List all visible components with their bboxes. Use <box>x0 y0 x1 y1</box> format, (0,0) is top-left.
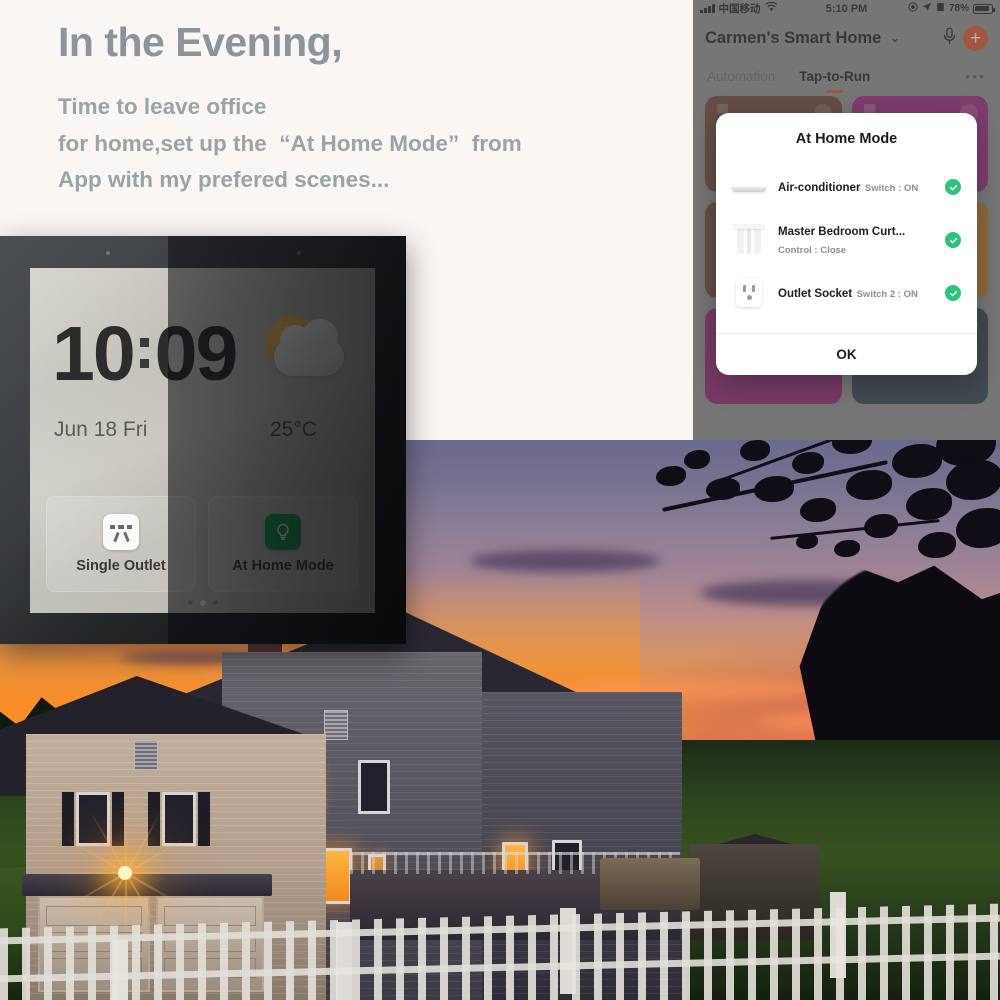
panel-temperature: 25°C <box>270 418 317 441</box>
device-list: Air-conditioner Switch : ON Master Bedro… <box>716 157 977 333</box>
dialog-title: At Home Mode <box>795 131 898 147</box>
panel-sensor-icon <box>106 251 110 255</box>
check-icon <box>945 179 961 195</box>
panel-tile-at-home-mode[interactable]: At Home Mode <box>208 496 358 592</box>
page-dot[interactable] <box>212 600 218 605</box>
panel-clock-minutes: 09 <box>154 311 239 397</box>
panel-screen[interactable]: 10 09 Jun 18 Fri 25°C Single Outlet At H… <box>30 268 375 613</box>
bulb-icon <box>265 514 301 550</box>
panel-tile-label: Single Outlet <box>76 558 166 574</box>
device-row[interactable]: Air-conditioner Switch : ON <box>732 161 961 213</box>
panel-page-indicator[interactable] <box>30 600 375 606</box>
at-home-mode-dialog: At Home Mode Air-conditioner Switch : ON <box>716 113 977 375</box>
screenshot-root: In the Evening, Time to leave office for… <box>0 0 1000 1000</box>
outlet-icon <box>103 514 139 550</box>
device-name: Master Bedroom Curt... <box>778 226 906 238</box>
panel-tile-label: At Home Mode <box>232 558 334 574</box>
copy-line-1: Time to leave office <box>58 94 267 120</box>
grill <box>600 858 700 910</box>
device-row[interactable]: Master Bedroom Curt... Control : Close <box>732 213 961 267</box>
phone-screen: 中国移动 5:10 PM 78% Carmen's Smart Home ⌄ +… <box>693 0 1000 440</box>
page-dot[interactable] <box>187 600 193 605</box>
device-name: Outlet Socket <box>778 288 853 300</box>
device-name: Air-conditioner <box>778 182 861 194</box>
panel-clock-hours: 10 <box>52 311 136 397</box>
copy-line-2: for home,set up the “At Home Mode” from <box>58 130 522 156</box>
panel-sensor-icon <box>297 251 301 255</box>
panel-tile-single-outlet[interactable]: Single Outlet <box>46 496 196 592</box>
device-state: Switch : ON <box>864 183 919 194</box>
socket-icon <box>732 276 766 310</box>
device-state: Control : Close <box>778 245 847 256</box>
device-row[interactable]: Outlet Socket Switch 2 : ON <box>732 267 961 319</box>
smart-wall-panel[interactable]: 10 09 Jun 18 Fri 25°C Single Outlet At H… <box>0 236 406 644</box>
cloud <box>470 550 660 572</box>
copy-line-3: App with my prefered scenes... <box>58 167 390 193</box>
porch-light <box>118 866 132 880</box>
panel-clock: 10 09 <box>52 316 238 393</box>
ok-button[interactable]: OK <box>716 333 977 375</box>
page-dot-active[interactable] <box>199 600 206 606</box>
check-icon <box>945 232 961 248</box>
clock-colon-icon <box>139 337 149 368</box>
check-icon <box>945 285 961 301</box>
page-title: In the Evening, <box>58 19 343 65</box>
panel-date: Jun 18 Fri <box>54 418 148 441</box>
curtain-icon <box>732 223 766 257</box>
device-state: Switch 2 : ON <box>856 289 918 300</box>
sun-behind-cloud-icon <box>260 316 346 382</box>
air-conditioner-icon <box>732 170 766 204</box>
